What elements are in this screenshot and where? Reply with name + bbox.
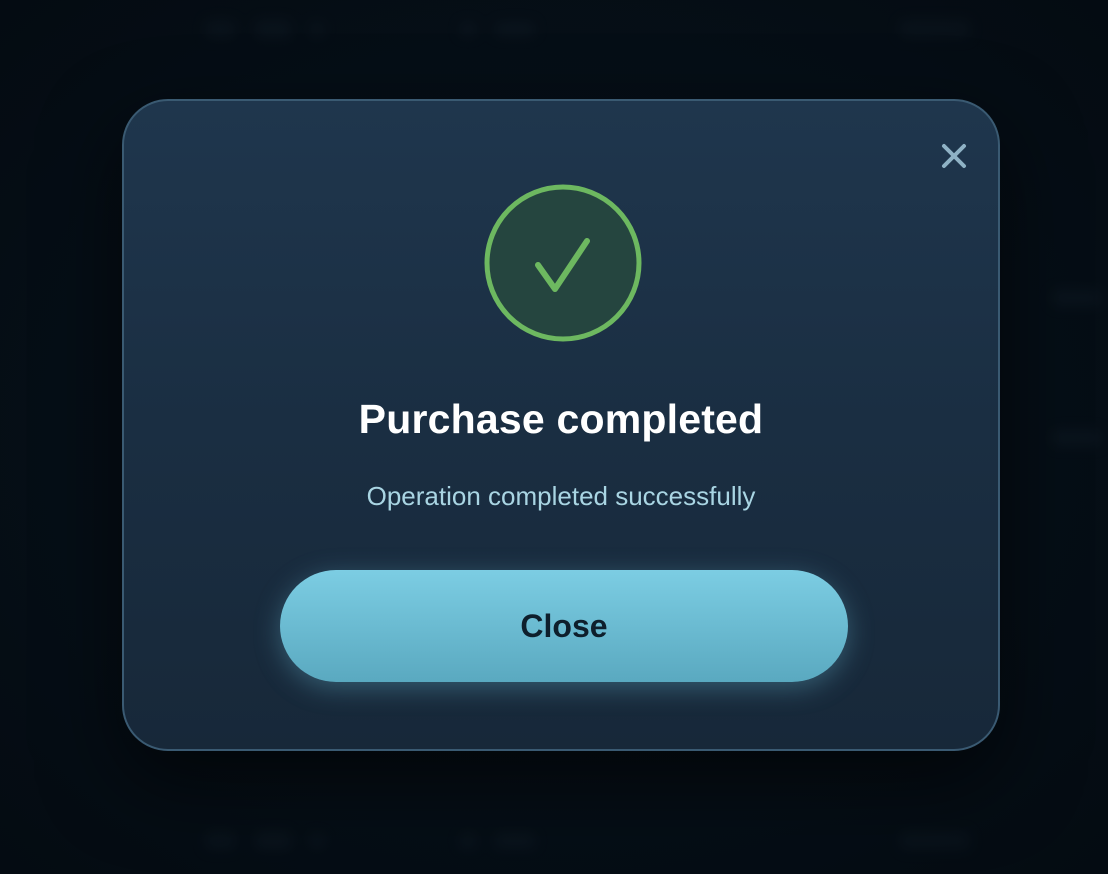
dialog-title: Purchase completed bbox=[358, 396, 764, 442]
checkmark-icon bbox=[483, 183, 643, 343]
dialog-message: Operation completed successfully bbox=[366, 481, 756, 511]
close-button[interactable]: Close bbox=[280, 570, 848, 682]
close-icon[interactable] bbox=[938, 140, 970, 172]
purchase-success-dialog: Purchase completed Operation completed s… bbox=[122, 99, 1000, 751]
